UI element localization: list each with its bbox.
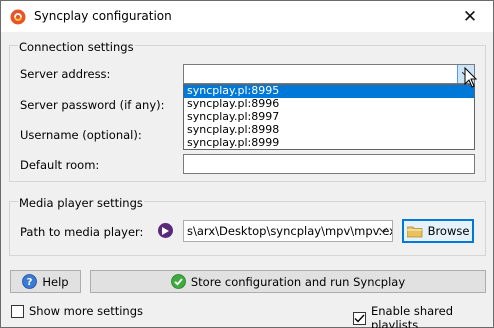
svg-text:?: ?	[27, 277, 33, 288]
media-player-path-combo[interactable]: s\arx\Desktop\syncplay\mpv\mpv.exe	[183, 220, 393, 242]
show-more-settings-checkbox[interactable]	[11, 304, 24, 318]
checkmark-icon	[354, 314, 365, 323]
browse-label: Browse	[427, 224, 470, 238]
media-player-settings-title: Media player settings	[18, 196, 144, 210]
media-player-path-label: Path to media player:	[20, 225, 144, 239]
chevron-down-icon[interactable]	[378, 225, 388, 235]
username-label: Username (optional):	[20, 128, 142, 142]
store-and-run-button[interactable]: Store configuration and run Syncplay	[90, 270, 486, 293]
show-more-settings-option[interactable]: Show more settings	[11, 304, 143, 318]
default-room-label: Default room:	[20, 158, 100, 172]
help-label: Help	[42, 274, 69, 289]
close-icon: ✕	[462, 6, 478, 27]
checkmark-icon	[170, 274, 186, 289]
connection-settings-title: Connection settings	[18, 40, 135, 54]
folder-icon	[406, 226, 422, 237]
server-address-label: Server address:	[20, 67, 111, 81]
title-bar[interactable]: Syncplay configuration ✕	[1, 1, 493, 32]
mouse-pointer-icon	[464, 67, 478, 88]
default-room-input[interactable]	[183, 154, 475, 174]
show-more-settings-label: Show more settings	[29, 304, 143, 318]
syncplay-logo-icon	[10, 9, 26, 25]
server-address-combo[interactable]	[183, 64, 475, 84]
server-address-dropdown-list[interactable]: syncplay.pl:8995 syncplay.pl:8996 syncpl…	[183, 84, 475, 150]
shared-playlists-checkbox[interactable]	[353, 311, 366, 325]
play-circle-icon	[158, 223, 173, 238]
close-button[interactable]: ✕	[447, 1, 493, 32]
window-title: Syncplay configuration	[34, 9, 172, 23]
server-password-label: Server password (if any):	[20, 98, 165, 112]
config-window: Syncplay configuration ✕ Connection sett…	[0, 0, 494, 328]
help-button[interactable]: ? Help	[10, 270, 81, 293]
media-player-path-value: s\arx\Desktop\syncplay\mpv\mpv.exe	[187, 224, 393, 238]
server-option[interactable]: syncplay.pl:8999	[184, 136, 474, 150]
shared-playlists-label: Enable shared playlists	[371, 304, 454, 328]
shared-playlists-option[interactable]: Enable shared playlists	[353, 304, 493, 328]
store-and-run-label: Store configuration and run Syncplay	[190, 274, 406, 289]
help-icon: ?	[22, 274, 38, 289]
browse-button[interactable]: Browse	[402, 219, 474, 243]
